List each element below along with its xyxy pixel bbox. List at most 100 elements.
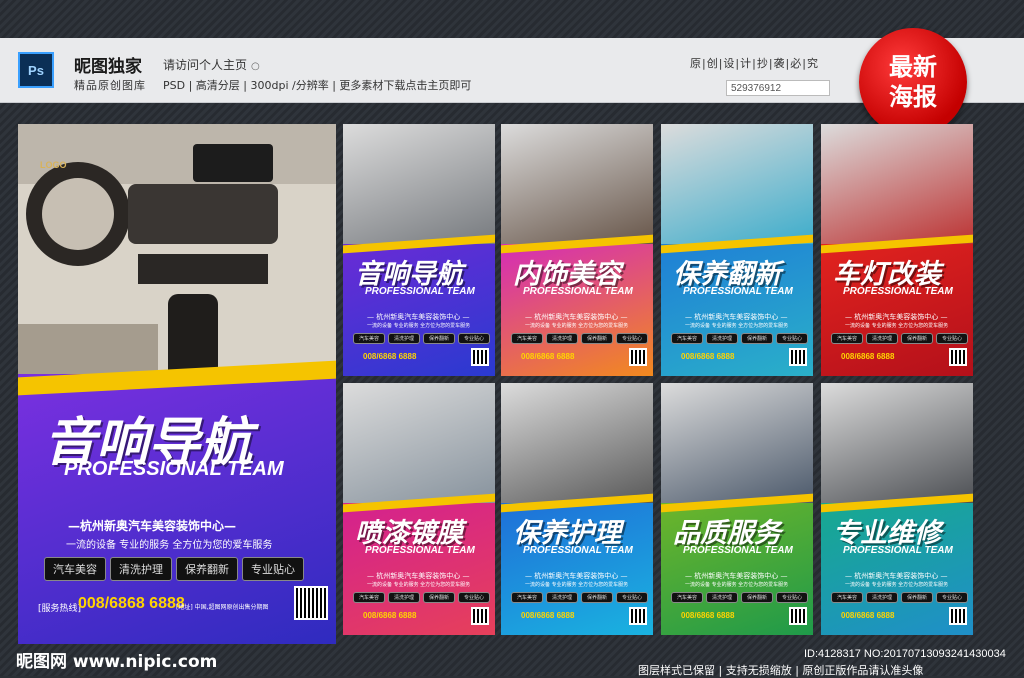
chip-3: 保养翻新 [741,592,773,603]
address: [地址] 中国,超图网原创出售分期图 [176,604,269,611]
phone-number: 008/6868 6888 [841,352,895,361]
chip-4: 专业贴心 [776,333,808,344]
service-chips: 汽车美容 清洗护理 保养翻新 专业贴心 [511,592,648,603]
chip-2: 清洗护理 [706,333,738,344]
professional-team-text: PROFESSIONAL TEAM [365,286,475,297]
poster-8[interactable]: 专业维修 PROFESSIONAL TEAM — 杭州新奥汽车美容装饰中心 — … [821,383,973,635]
user-icon: ○ [251,61,260,72]
phone-number: 008/6868 6888 [363,611,417,620]
badge-line-2: 海报 [889,83,937,111]
poster-2[interactable]: 内饰美容 PROFESSIONAL TEAM — 杭州新奥汽车美容装饰中心 — … [501,124,653,376]
chip-1: 汽车美容 [44,557,106,581]
qr-code [471,348,489,366]
chip-4: 专业贴心 [458,592,490,603]
chip-4: 专业贴心 [776,592,808,603]
qr-code [294,586,328,620]
phone-number: 008/6868 6888 [363,352,417,361]
poster-4[interactable]: 车灯改装 PROFESSIONAL TEAM — 杭州新奥汽车美容装饰中心 — … [821,124,973,376]
company-name: — 杭州新奥汽车美容装饰中心 — [367,572,470,580]
brand-title: 昵图独家 [74,57,142,77]
service-chips: 汽车美容 清洗护理 保养翻新 专业贴心 [353,592,490,603]
slogan: 一流的设备 专业的服务 全方位为您的爱车服务 [525,323,629,329]
spec-line: PSD | 高清分层 | 300dpi /分辨率 | 更多素材下载点击主页即可 [163,79,472,92]
company-name: — 杭州新奥汽车美容装饰中心 — [367,313,470,321]
chip-3: 保养翻新 [581,592,613,603]
slogan: 一流的设备 专业的服务 全方位为您的爱车服务 [66,540,273,551]
chip-3: 保养翻新 [581,333,613,344]
original-notice: 原|创|设|计|抄|袭|必|究 [690,57,819,70]
service-chips: 汽车美容 清洗护理 保养翻新 专业贴心 [831,333,968,344]
poster-5[interactable]: 喷漆镀膜 PROFESSIONAL TEAM — 杭州新奥汽车美容装饰中心 — … [343,383,495,635]
company-name: — 杭州新奥汽车美容装饰中心 — [685,313,788,321]
professional-team-text: PROFESSIONAL TEAM [843,545,953,556]
chip-2: 清洗护理 [706,592,738,603]
visit-link-text: 请访问个人主页 [163,58,248,72]
slogan: 一流的设备 专业的服务 全方位为您的爱车服务 [367,582,471,588]
qr-code [949,607,967,625]
hotline-label: [服务热线] [38,604,82,614]
chip-2: 清洗护理 [110,557,172,581]
qr-code [789,348,807,366]
professional-team-text: PROFESSIONAL TEAM [64,458,284,480]
slogan: 一流的设备 专业的服务 全方位为您的爱车服务 [367,323,471,329]
chip-4: 专业贴心 [458,333,490,344]
chip-1: 汽车美容 [831,333,863,344]
chip-2: 清洗护理 [866,333,898,344]
chip-1: 汽车美容 [671,333,703,344]
slogan: 一流的设备 专业的服务 全方位为您的爱车服务 [845,582,949,588]
chip-3: 保养翻新 [423,333,455,344]
chip-2: 清洗护理 [388,592,420,603]
chip-2: 清洗护理 [546,333,578,344]
chip-1: 汽车美容 [511,592,543,603]
slogan: 一流的设备 专业的服务 全方位为您的爱车服务 [685,582,789,588]
chip-1: 汽车美容 [671,592,703,603]
chip-3: 保养翻新 [176,557,238,581]
qr-code [471,607,489,625]
chip-3: 保养翻新 [901,333,933,344]
professional-team-text: PROFESSIONAL TEAM [683,545,793,556]
chip-2: 清洗护理 [546,592,578,603]
badge-line-1: 最新 [889,53,937,81]
service-chips: 汽车美容 清洗护理 保养翻新 专业贴心 [353,333,490,344]
professional-team-text: PROFESSIONAL TEAM [523,286,633,297]
slogan: 一流的设备 专业的服务 全方位为您的爱车服务 [685,323,789,329]
chip-1: 汽车美容 [353,592,385,603]
visit-homepage-link[interactable]: 请访问个人主页 ○ [163,56,260,73]
chip-4: 专业贴心 [616,592,648,603]
company-name: — 杭州新奥汽车美容装饰中心 — [845,572,948,580]
phone-number: 008/6868 6888 [521,611,575,620]
site-watermark: 昵图网 www.nipic.com [16,652,218,672]
poster-7[interactable]: 品质服务 PROFESSIONAL TEAM — 杭州新奥汽车美容装饰中心 — … [661,383,813,635]
chip-1: 汽车美容 [511,333,543,344]
chip-3: 保养翻新 [423,592,455,603]
chip-1: 汽车美容 [831,592,863,603]
slogan: 一流的设备 专业的服务 全方位为您的爱车服务 [845,323,949,329]
company-name: — 杭州新奥汽车美容装饰中心 — [685,572,788,580]
chip-4: 专业贴心 [936,333,968,344]
service-chips: 汽车美容 清洗护理 保养翻新 专业贴心 [671,592,808,603]
service-chips: 汽车美容 清洗护理 保养翻新 专业贴心 [671,333,808,344]
company-name: — 杭州新奥汽车美容装饰中心 — [845,313,948,321]
chip-1: 汽车美容 [353,333,385,344]
chip-4: 专业贴心 [242,557,304,581]
chip-4: 专业贴心 [936,592,968,603]
slogan: 一流的设备 专业的服务 全方位为您的爱车服务 [525,582,629,588]
id-box: 529376912 [726,80,830,96]
qr-code [629,348,647,366]
chip-3: 保养翻新 [901,592,933,603]
chip-2: 清洗护理 [388,333,420,344]
company-name: —杭州新奥汽车美容装饰中心— [68,519,237,533]
phone-number: 008/6868 6888 [681,611,735,620]
professional-team-text: PROFESSIONAL TEAM [683,286,793,297]
professional-team-text: PROFESSIONAL TEAM [523,545,633,556]
qr-code [629,607,647,625]
poster-6[interactable]: 保养护理 PROFESSIONAL TEAM — 杭州新奥汽车美容装饰中心 — … [501,383,653,635]
poster-large[interactable]: LOGO 音响导航 PROFESSIONAL TEAM —杭州新奥汽车美容装饰中… [18,124,336,644]
phone-number: 008/6868 6888 [78,595,185,612]
chip-3: 保养翻新 [741,333,773,344]
poster-1[interactable]: 音响导航 PROFESSIONAL TEAM — 杭州新奥汽车美容装饰中心 — … [343,124,495,376]
professional-team-text: PROFESSIONAL TEAM [365,545,475,556]
poster-3[interactable]: 保养翻新 PROFESSIONAL TEAM — 杭州新奥汽车美容装饰中心 — … [661,124,813,376]
logo-icon: LOGO [40,160,67,170]
service-chips: 汽车美容 清洗护理 保养翻新 专业贴心 [44,557,304,581]
